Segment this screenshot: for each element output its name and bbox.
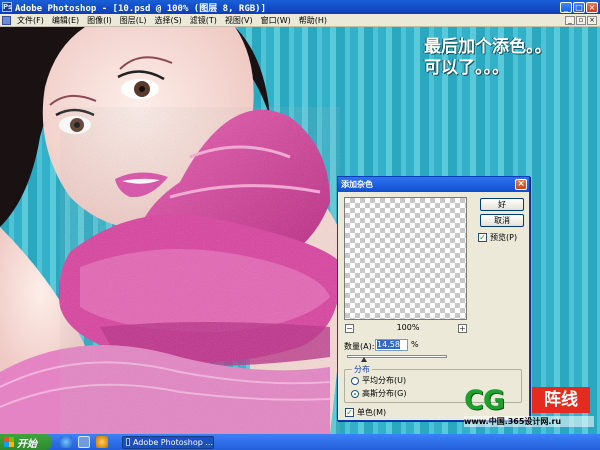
zoom-level: 100%	[396, 323, 420, 332]
distribution-legend: 分布	[352, 364, 372, 375]
amount-slider-thumb[interactable]	[361, 357, 367, 362]
media-player-icon[interactable]	[96, 436, 108, 448]
menu-window[interactable]: 窗口(W)	[257, 15, 295, 26]
dialog-titlebar[interactable]: 添加杂色 ×	[338, 177, 529, 192]
menu-help[interactable]: 帮助(H)	[295, 15, 331, 26]
filter-preview[interactable]	[344, 197, 467, 320]
doc-minimize-button[interactable]: _	[565, 15, 575, 25]
internet-explorer-icon[interactable]	[60, 436, 72, 448]
maximize-button[interactable]: □	[573, 1, 585, 13]
caption-line-2: 可以了。。。	[424, 58, 509, 78]
zoom-out-button[interactable]: −	[345, 324, 354, 333]
dialog-title: 添加杂色	[341, 180, 373, 189]
taskbar-item-photoshop[interactable]: Adobe Photoshop ...	[122, 435, 214, 449]
doc-restore-button[interactable]: ▫	[576, 15, 586, 25]
preview-label: 预览(P)	[490, 233, 518, 242]
dialog-close-icon[interactable]: ×	[515, 179, 527, 190]
caption-text: 最后加个添色。。 可以了。。。	[424, 37, 594, 79]
menu-view[interactable]: 视图(V)	[221, 15, 257, 26]
cg-watermark-logo: CG 阵线 www.中国.365设计网.ru	[464, 385, 594, 431]
amount-label: 数量(A):	[344, 342, 375, 351]
photoshop-icon: Ps	[2, 2, 13, 12]
amount-unit: %	[411, 340, 419, 349]
monochrome-label: 单色(M)	[357, 408, 387, 417]
menu-file[interactable]: 文件(F)	[13, 15, 48, 26]
start-button[interactable]: 开始	[0, 434, 52, 450]
menu-image[interactable]: 图像(I)	[83, 15, 116, 26]
amount-input[interactable]: 14.58	[375, 339, 408, 351]
minimize-button[interactable]: _	[560, 1, 572, 13]
menu-filter[interactable]: 滤镜(T)	[186, 15, 221, 26]
menu-select[interactable]: 选择(S)	[150, 15, 185, 26]
menu-edit[interactable]: 编辑(E)	[48, 15, 83, 26]
window-title: Adobe Photoshop - [10.psd @ 100% (图层 8, …	[15, 3, 266, 14]
windows-logo-icon	[4, 437, 14, 447]
uniform-radio[interactable]	[351, 377, 359, 385]
caption-line-1: 最后加个添色。。	[424, 37, 552, 57]
monochrome-checkbox[interactable]: ✓	[345, 408, 354, 417]
logo-url-text: www.中国.365设计网.ru	[464, 416, 594, 427]
menu-bar: 文件(F) 编辑(E) 图像(I) 图层(L) 选择(S) 滤镜(T) 视图(V…	[0, 14, 600, 27]
gaussian-label[interactable]: 高斯分布(G)	[362, 388, 406, 399]
doc-close-button[interactable]: ×	[587, 15, 597, 25]
photoshop-small-icon	[126, 438, 130, 446]
ok-button[interactable]: 好	[480, 198, 524, 211]
logo-cg-text: CG	[464, 385, 505, 416]
taskbar: 开始 Adobe Photoshop ...	[0, 434, 600, 450]
zoom-in-button[interactable]: +	[458, 324, 467, 333]
gaussian-radio[interactable]	[351, 390, 359, 398]
start-label: 开始	[17, 438, 37, 450]
cancel-button[interactable]: 取消	[480, 214, 524, 227]
taskbar-item-label: Adobe Photoshop ...	[132, 437, 213, 447]
uniform-label[interactable]: 平均分布(U)	[362, 375, 406, 386]
logo-zhenxian-text: 阵线	[532, 387, 590, 413]
document-icon[interactable]	[2, 15, 11, 25]
close-button[interactable]: ×	[586, 1, 598, 13]
window-titlebar: Ps Adobe Photoshop - [10.psd @ 100% (图层 …	[0, 0, 600, 14]
menu-layer[interactable]: 图层(L)	[116, 15, 151, 26]
show-desktop-icon[interactable]	[78, 436, 90, 448]
amount-value: 14.58	[377, 340, 400, 349]
preview-checkbox[interactable]: ✓	[478, 233, 487, 242]
